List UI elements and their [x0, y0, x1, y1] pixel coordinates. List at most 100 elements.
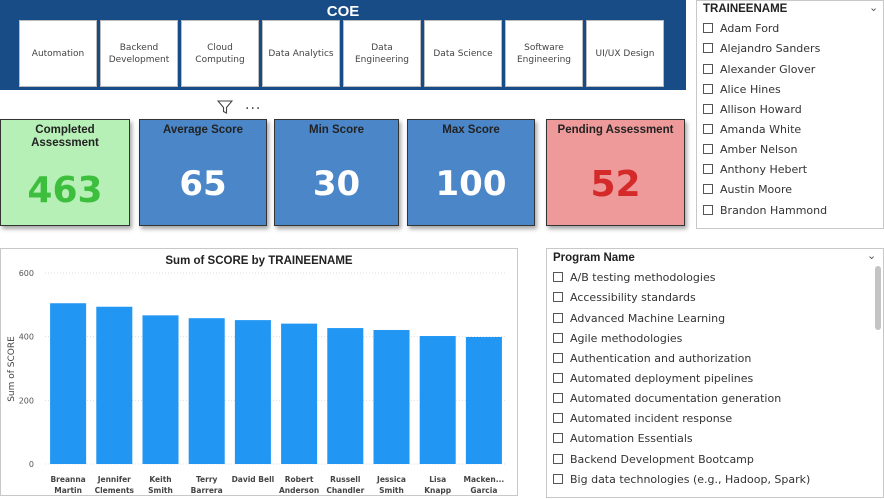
y-tick-label: 0: [29, 460, 34, 469]
checkbox[interactable]: [703, 184, 713, 194]
coe-button-software-engineering[interactable]: Software Engineering: [505, 20, 583, 87]
chevron-down-icon[interactable]: ⌄: [869, 1, 878, 14]
trainee-slicer: TRAINEENAME ⌄ Adam Ford Alejandro Sander…: [696, 0, 884, 229]
filter-icon[interactable]: [217, 99, 233, 115]
checkbox[interactable]: [553, 433, 563, 443]
program-option[interactable]: Backend Development Bootcamp: [553, 450, 754, 468]
checkbox[interactable]: [553, 413, 563, 423]
program-option[interactable]: Accessibility standards: [553, 288, 696, 306]
bar[interactable]: [281, 323, 318, 464]
program-option-label: Automated incident response: [570, 411, 733, 425]
program-option-label: Automated documentation generation: [570, 391, 782, 405]
x-tick-label: Garcia: [470, 486, 497, 495]
coe-button-automation[interactable]: Automation: [19, 20, 97, 87]
coe-button-ui-ux-design[interactable]: UI/UX Design: [586, 20, 664, 87]
checkbox[interactable]: [703, 84, 713, 94]
bar[interactable]: [373, 329, 410, 464]
program-option[interactable]: Automated documentation generation: [553, 389, 781, 407]
kpi-card-max: Max Score 100: [407, 119, 535, 226]
x-tick-label: Jennifer: [97, 475, 131, 484]
checkbox[interactable]: [703, 64, 713, 74]
kpi-min-value: 30: [312, 164, 361, 204]
kpi-card-min: Min Score 30: [274, 119, 399, 226]
checkbox[interactable]: [703, 144, 713, 154]
program-option[interactable]: Automated deployment pipelines: [553, 369, 753, 387]
trainee-option[interactable]: Alice Hines: [703, 80, 781, 98]
bar[interactable]: [419, 336, 456, 464]
kpi-card-completed: Completed Assessment 463: [0, 119, 130, 226]
coe-button-cloud-computing[interactable]: Cloud Computing: [181, 20, 259, 87]
x-tick-label: David Bell: [232, 475, 275, 484]
y-tick-label: 400: [19, 333, 34, 342]
trainee-option[interactable]: Amanda White: [703, 120, 801, 138]
checkbox[interactable]: [553, 373, 563, 383]
checkbox[interactable]: [703, 104, 713, 114]
score-bar-chart: Sum of SCORE by TRAINEENAME Sum of SCORE…: [7, 255, 507, 495]
y-tick-label: 600: [19, 269, 34, 278]
checkbox[interactable]: [703, 124, 713, 134]
trainee-option[interactable]: Amber Nelson: [703, 140, 798, 158]
bar[interactable]: [234, 320, 271, 464]
checkbox[interactable]: [703, 23, 713, 33]
program-option[interactable]: Advanced Machine Learning: [553, 309, 725, 327]
chevron-down-icon[interactable]: ⌄: [867, 249, 876, 262]
program-option[interactable]: A/B testing methodologies: [553, 268, 715, 286]
trainee-option-label: Austin Moore: [720, 182, 793, 196]
bar[interactable]: [50, 303, 87, 464]
program-option[interactable]: Automation Essentials: [553, 429, 693, 447]
trainee-option[interactable]: Alejandro Sanders: [703, 39, 820, 57]
checkbox[interactable]: [553, 333, 563, 343]
more-options-icon[interactable]: ...: [245, 97, 261, 113]
trainee-option-label: Alejandro Sanders: [720, 41, 821, 55]
coe-button-data-engineering[interactable]: Data Engineering: [343, 20, 421, 87]
bar[interactable]: [188, 318, 225, 464]
checkbox[interactable]: [703, 43, 713, 53]
checkbox[interactable]: [703, 205, 713, 215]
bar[interactable]: [327, 328, 364, 464]
x-tick-label: Russell: [330, 475, 360, 484]
checkbox[interactable]: [553, 313, 563, 323]
x-tick-label: Lisa: [429, 475, 446, 484]
trainee-option[interactable]: Alexander Glover: [703, 60, 815, 78]
coe-button-data-science[interactable]: Data Science: [424, 20, 502, 87]
trainee-option-label: Amber Nelson: [720, 142, 798, 156]
checkbox[interactable]: [553, 272, 563, 282]
checkbox[interactable]: [553, 454, 563, 464]
trainee-option[interactable]: Allison Howard: [703, 100, 802, 118]
checkbox[interactable]: [553, 292, 563, 302]
program-option[interactable]: Authentication and authorization: [553, 349, 751, 367]
coe-button-data-analytics[interactable]: Data Analytics: [262, 20, 340, 87]
kpi-card-pending: Pending Assessment 52: [546, 119, 685, 226]
bar[interactable]: [465, 336, 502, 464]
program-slicer-scrollbar[interactable]: [875, 266, 881, 330]
checkbox[interactable]: [703, 164, 713, 174]
program-slicer-title: Program Name: [553, 252, 635, 264]
program-option-label: Advanced Machine Learning: [570, 311, 726, 325]
coe-button-backend-development[interactable]: Backend Development: [100, 20, 178, 87]
x-tick-label: Robert: [285, 475, 314, 484]
program-option[interactable]: Big data technologies (e.g., Hadoop, Spa…: [553, 470, 810, 488]
coe-title: COE: [326, 3, 360, 20]
checkbox[interactable]: [553, 353, 563, 363]
trainee-option[interactable]: Austin Moore: [703, 180, 792, 198]
coe-header: COE Automation Backend Development Cloud…: [0, 0, 686, 90]
program-option[interactable]: Agile methodologies: [553, 329, 682, 347]
bar[interactable]: [96, 306, 133, 464]
x-tick-label: Martin: [54, 486, 82, 495]
program-option-label: Automated deployment pipelines: [570, 371, 754, 385]
kpi-card-average: Average Score 65: [139, 119, 267, 226]
program-slicer: Program Name ⌄ A/B testing methodologies…: [546, 248, 884, 498]
checkbox[interactable]: [553, 393, 563, 403]
kpi-max-value: 100: [435, 164, 507, 204]
x-tick-label: Clements: [95, 486, 135, 495]
bar[interactable]: [142, 315, 179, 464]
x-tick-label: Jessica: [376, 475, 406, 484]
trainee-option[interactable]: Anthony Hebert: [703, 160, 807, 178]
trainee-option-label: Alice Hines: [720, 82, 781, 96]
trainee-option[interactable]: Brandon Hammond: [703, 201, 827, 219]
program-option[interactable]: Automated incident response: [553, 409, 732, 427]
program-option-label: Automation Essentials: [570, 431, 693, 445]
trainee-option[interactable]: Adam Ford: [703, 19, 779, 37]
checkbox[interactable]: [553, 474, 563, 484]
program-option-label: Authentication and authorization: [570, 351, 752, 365]
